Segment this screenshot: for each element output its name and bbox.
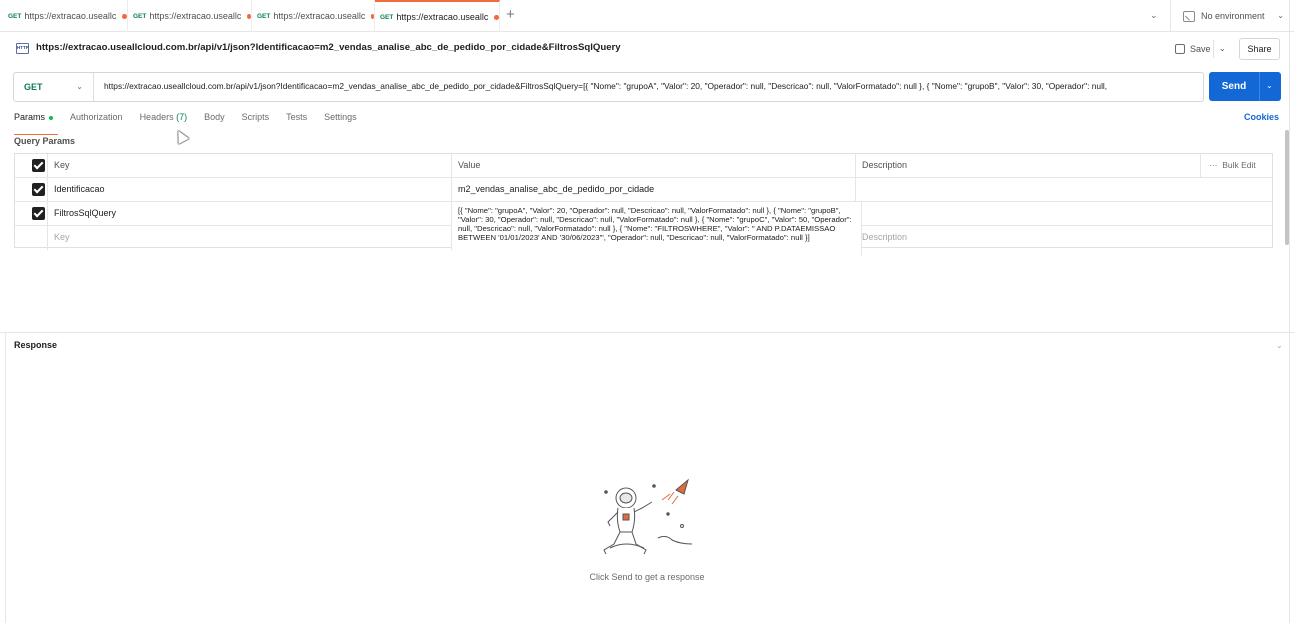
table-header-row: Key Value Description ··· Bulk Edit (15, 154, 1272, 178)
param-key[interactable]: Identificacao (48, 178, 452, 202)
tab-body[interactable]: Body (204, 112, 225, 130)
request-tabs-bar: GET https://extracao.useallc GET https:/… (0, 0, 1294, 32)
response-label: Response (14, 340, 58, 350)
bulk-edit-label: Bulk Edit (1222, 160, 1256, 170)
param-key[interactable]: FiltrosSqlQuery (48, 202, 452, 226)
param-description[interactable] (856, 178, 1201, 202)
tabs-overflow-chevron-down-icon[interactable]: ⌄ (1150, 10, 1162, 22)
tab-headers[interactable]: Headers (7) (140, 112, 188, 130)
tab-scripts[interactable]: Scripts (242, 112, 270, 130)
table-row: Identificacao m2_vendas_analise_abc_de_p… (15, 178, 1272, 202)
tab-title: https://extracao.useallc (149, 11, 242, 21)
description-column-header: Description (856, 154, 1201, 178)
param-value[interactable]: m2_vendas_analise_abc_de_pedido_por_cida… (452, 178, 856, 202)
tab-method: GET (380, 13, 394, 21)
unsaved-dot-icon (371, 13, 374, 19)
request-title[interactable]: https://extracao.useallcloud.com.br/api/… (36, 42, 621, 53)
response-collapse-chevron-down-icon[interactable]: ⌄ (1276, 341, 1283, 350)
unsaved-dot-icon (122, 13, 127, 19)
active-dot-icon (49, 115, 54, 120)
unsaved-dot-icon (247, 13, 251, 19)
tab-params-label: Params (14, 112, 46, 122)
new-tab-plus-icon[interactable]: + (506, 7, 515, 22)
select-all-checkbox[interactable] (32, 159, 45, 172)
chevron-down-icon: ⌄ (76, 82, 83, 91)
tab-method: GET (8, 12, 22, 20)
environment-selector[interactable]: No environment ⌄ (1170, 0, 1294, 32)
tab-method: GET (257, 12, 271, 20)
param-description[interactable] (856, 202, 1201, 226)
url-input[interactable]: https://extracao.useallcloud.com.br/api/… (104, 81, 1199, 91)
share-button[interactable]: Share (1239, 38, 1280, 60)
http-request-icon: HTTP (16, 43, 29, 54)
query-params-table: Key Value Description ··· Bulk Edit Iden… (14, 153, 1273, 256)
new-param-description-input[interactable]: Description (856, 226, 1201, 250)
row-checkbox-cell (15, 178, 48, 202)
save-icon (1175, 44, 1185, 54)
chevron-down-icon: ⌄ (1277, 11, 1284, 20)
method-value: GET (24, 82, 43, 92)
mouse-cursor-icon (172, 127, 190, 145)
send-divider (1259, 72, 1260, 101)
tab-title: https://extracao.useallc (273, 11, 366, 21)
environment-icon (1183, 10, 1195, 22)
unsaved-dot-icon (494, 14, 499, 20)
cookies-link[interactable]: Cookies (1244, 112, 1279, 122)
tab-params[interactable]: Params (14, 112, 59, 135)
pane-border (1289, 0, 1290, 623)
response-divider[interactable] (0, 332, 1294, 333)
save-divider (1213, 40, 1214, 58)
tab-title: https://extracao.useallc (396, 12, 489, 22)
send-button[interactable]: Send (1209, 72, 1259, 101)
query-params-label: Query Params (14, 136, 76, 146)
row-checkbox-cell (15, 202, 48, 226)
url-bar: GET ⌄ https://extracao.useallcloud.com.b… (13, 72, 1204, 102)
value-column-header: Value (452, 154, 856, 178)
save-label: Save (1190, 44, 1211, 54)
row-checkbox-cell (15, 226, 48, 250)
tab-method: GET (133, 12, 147, 20)
param-enabled-checkbox[interactable] (32, 207, 45, 220)
request-tab-1[interactable]: GET https://extracao.useallc (0, 0, 128, 32)
key-column-header: Key (48, 154, 452, 178)
tab-settings[interactable]: Settings (324, 112, 357, 130)
send-button-group: Send ⌄ (1209, 72, 1281, 101)
more-dots-icon: ··· (1209, 160, 1218, 170)
method-select[interactable]: GET ⌄ (14, 73, 94, 101)
param-enabled-checkbox[interactable] (32, 183, 45, 196)
headers-count: (7) (176, 112, 188, 122)
astronaut-rocket-illustration-icon (603, 478, 693, 555)
new-param-key-input[interactable]: Key (48, 226, 452, 250)
param-value-expanded-editor[interactable]: [{ "Nome": "grupoA", "Valor": 20, "Opera… (452, 202, 862, 256)
request-tab-4-active[interactable]: GET https://extracao.useallc (375, 0, 500, 32)
save-options-chevron-down-icon[interactable]: ⌄ (1219, 44, 1226, 53)
request-subtabs: Params Authorization Headers (7) Body Sc… (14, 112, 374, 135)
request-tab-3[interactable]: GET https://extracao.useallc (252, 0, 375, 32)
tab-authorization[interactable]: Authorization (70, 112, 123, 130)
header-checkbox-cell (15, 154, 48, 178)
request-header: HTTP https://extracao.useallcloud.com.br… (0, 33, 1294, 65)
send-options-chevron-down-icon[interactable]: ⌄ (1266, 81, 1273, 90)
tab-title: https://extracao.useallc (24, 11, 117, 21)
bulk-edit-button[interactable]: ··· Bulk Edit (1209, 160, 1256, 170)
tab-headers-label: Headers (139, 112, 174, 122)
request-tab-2[interactable]: GET https://extracao.useallc (128, 0, 252, 32)
empty-response-message: Click Send to get a response (589, 572, 705, 582)
tab-tests[interactable]: Tests (286, 112, 307, 130)
environment-label: No environment (1201, 11, 1265, 21)
